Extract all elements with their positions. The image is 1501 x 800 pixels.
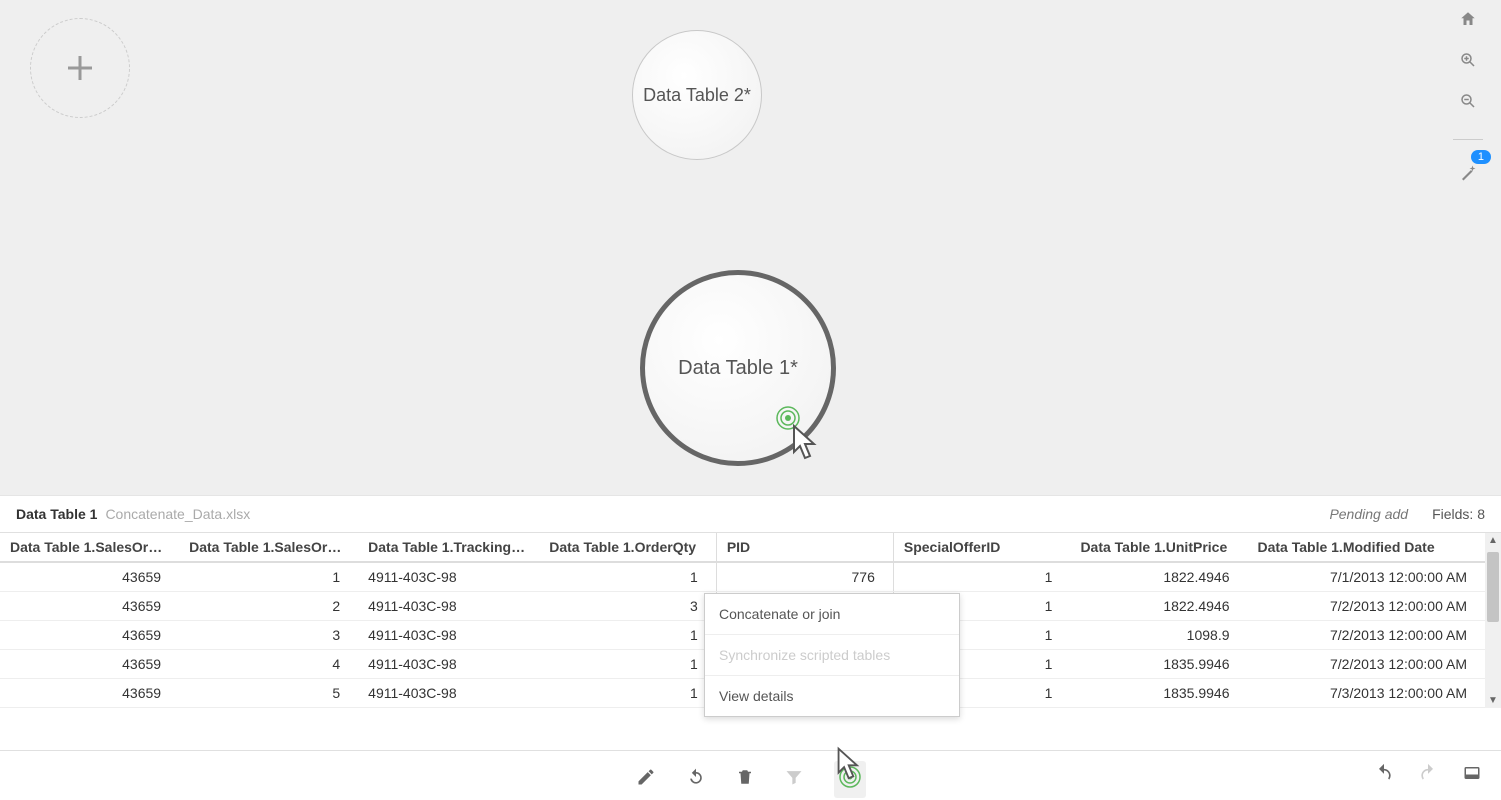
table-cell: 43659 <box>0 679 179 708</box>
table-cell: 1 <box>179 562 358 592</box>
plus-icon <box>62 50 98 86</box>
table-cell: 7/1/2013 12:00:00 AM <box>1248 562 1486 592</box>
pending-status: Pending add <box>1329 506 1408 522</box>
trash-icon <box>736 767 754 787</box>
table-cell: 7/2/2013 12:00:00 AM <box>1248 592 1486 621</box>
table-cell: 1 <box>539 562 716 592</box>
redo-button <box>1417 763 1439 788</box>
table-cell: 1835.9946 <box>1070 650 1247 679</box>
wand-icon <box>1459 164 1477 182</box>
vertical-scrollbar[interactable]: ▲ ▼ <box>1485 533 1501 708</box>
table-cell: 776 <box>716 562 893 592</box>
menu-concatenate-join[interactable]: Concatenate or join <box>705 594 959 634</box>
table-cell: 43659 <box>0 562 179 592</box>
table-cell: 3 <box>539 592 716 621</box>
table-cell: 7/2/2013 12:00:00 AM <box>1248 621 1486 650</box>
table-cell: 1822.4946 <box>1070 592 1247 621</box>
table-cell: 43659 <box>0 621 179 650</box>
table-cell: 43659 <box>0 650 179 679</box>
table-cell: 4911-403C-98 <box>358 592 539 621</box>
table-cell: 1 <box>539 621 716 650</box>
table-cell: 2 <box>179 592 358 621</box>
table-cell: 3 <box>179 621 358 650</box>
menu-view-details[interactable]: View details <box>705 675 959 716</box>
data-bubble-label: Data Table 1* <box>678 357 798 380</box>
zoom-in-icon[interactable] <box>1459 51 1477 74</box>
data-bubble-table2[interactable]: Data Table 2* <box>632 30 762 160</box>
filter-button <box>784 767 804 792</box>
field-count: Fields: 8 <box>1432 506 1485 522</box>
redo-icon <box>1417 763 1439 783</box>
canvas-side-tools: 1 <box>1453 10 1483 187</box>
data-graph-canvas[interactable]: Data Table 2* Data Table 1* 1 <box>0 0 1501 495</box>
column-header[interactable]: Data Table 1.SalesOrder... <box>179 533 358 562</box>
pencil-icon <box>636 767 656 787</box>
table-cell: 1098.9 <box>1070 621 1247 650</box>
recommendations-button[interactable]: 1 <box>1459 164 1477 187</box>
scrollbar-thumb[interactable] <box>1487 552 1499 622</box>
home-icon[interactable] <box>1459 10 1477 33</box>
menu-synchronize-scripted: Synchronize scripted tables <box>705 634 959 675</box>
panel-icon <box>1461 764 1483 782</box>
column-header[interactable]: Data Table 1.TrackingNum... <box>358 533 539 562</box>
association-context-menu: Concatenate or join Synchronize scripted… <box>704 593 960 717</box>
filter-icon <box>784 767 804 787</box>
column-header[interactable]: Data Table 1.OrderQty <box>539 533 716 562</box>
undo-icon <box>1373 763 1395 783</box>
table-cell: 1822.4946 <box>1070 562 1247 592</box>
table-info-bar: Data Table 1 Concatenate_Data.xlsx Pendi… <box>0 495 1501 532</box>
table-cell: 1835.9946 <box>1070 679 1247 708</box>
add-data-button[interactable] <box>30 18 130 118</box>
data-bubble-table1[interactable]: Data Table 1* <box>640 270 836 466</box>
edit-button[interactable] <box>636 767 656 792</box>
table-cell: 1 <box>539 650 716 679</box>
toggle-data-panel-button[interactable] <box>1461 764 1483 787</box>
table-cell: 4911-403C-98 <box>358 562 539 592</box>
bottom-toolbar <box>0 750 1501 800</box>
table-cell: 7/3/2013 12:00:00 AM <box>1248 679 1486 708</box>
table-cell: 4 <box>179 650 358 679</box>
table-header-row: Data Table 1.SalesOrderID Data Table 1.S… <box>0 533 1485 562</box>
delete-button[interactable] <box>736 767 754 792</box>
undo-button[interactable] <box>1373 763 1395 788</box>
table-name-label: Data Table 1 <box>16 506 97 522</box>
column-header[interactable]: Data Table 1.SalesOrderID <box>0 533 179 562</box>
column-header[interactable]: SpecialOfferID <box>893 533 1070 562</box>
badge-count: 1 <box>1471 150 1491 164</box>
zoom-out-icon[interactable] <box>1459 92 1477 115</box>
associate-button[interactable] <box>834 761 866 798</box>
table-cell: 43659 <box>0 592 179 621</box>
table-cell: 5 <box>179 679 358 708</box>
column-header[interactable]: Data Table 1.UnitPrice <box>1070 533 1247 562</box>
column-header[interactable]: PID <box>716 533 893 562</box>
scroll-down-icon[interactable]: ▼ <box>1488 693 1498 708</box>
table-cell: 4911-403C-98 <box>358 679 539 708</box>
column-header[interactable]: Data Table 1.Modified Date <box>1248 533 1486 562</box>
table-cell: 1 <box>893 562 1070 592</box>
table-cell: 4911-403C-98 <box>358 650 539 679</box>
table-cell: 1 <box>539 679 716 708</box>
table-cell: 4911-403C-98 <box>358 621 539 650</box>
reload-icon <box>686 767 706 787</box>
data-bubble-label: Data Table 2* <box>643 85 751 106</box>
table-row[interactable]: 4365914911-403C-98177611822.49467/1/2013… <box>0 562 1485 592</box>
target-icon <box>838 765 862 789</box>
scroll-up-icon[interactable]: ▲ <box>1488 533 1498 548</box>
table-cell: 7/2/2013 12:00:00 AM <box>1248 650 1486 679</box>
reload-button[interactable] <box>686 767 706 792</box>
table-source-file: Concatenate_Data.xlsx <box>105 506 250 522</box>
